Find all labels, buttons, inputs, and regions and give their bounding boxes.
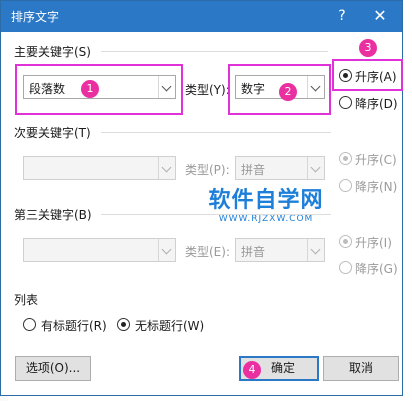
annotation-badge-3: 3: [359, 39, 377, 57]
tertiary-descending-radio[interactable]: [339, 261, 352, 274]
tertiary-type-value: 拼音: [241, 245, 266, 259]
secondary-type-value: 拼音: [241, 163, 266, 177]
primary-ascending-label[interactable]: 升序(A): [355, 68, 397, 85]
chevron-down-icon: [307, 76, 324, 98]
ok-button-label: 确定: [270, 361, 295, 375]
help-button[interactable]: ?: [331, 6, 353, 26]
title-bar: 排序文字 ? ✕: [1, 1, 402, 32]
cancel-button[interactable]: 取消: [323, 356, 399, 381]
primary-ascending-radio[interactable]: [339, 69, 352, 82]
chevron-down-icon: [158, 157, 175, 179]
tertiary-key-select[interactable]: [23, 238, 176, 262]
options-button[interactable]: 选项(O)...: [15, 356, 91, 381]
chevron-down-icon: [158, 76, 175, 98]
tertiary-descending-label[interactable]: 降序(G): [355, 260, 398, 277]
primary-key-value: 段落数: [29, 82, 66, 96]
watermark-brand: 软件自学网: [208, 188, 324, 213]
no-header-radio[interactable]: [117, 318, 130, 331]
tertiary-ascending-radio[interactable]: [339, 235, 352, 248]
chevron-down-icon: [307, 239, 324, 261]
watermark: 软件自学网 WWW.RJZXW.COM: [191, 182, 341, 224]
secondary-ascending-radio[interactable]: [339, 152, 352, 165]
has-header-label[interactable]: 有标题行(R): [41, 317, 107, 334]
secondary-type-select[interactable]: 拼音: [235, 156, 325, 180]
tertiary-key-label: 第三关键字(B): [14, 208, 92, 222]
chevron-down-icon: [158, 239, 175, 261]
secondary-ascending-label[interactable]: 升序(C): [355, 151, 397, 168]
primary-type-value: 数字: [241, 82, 266, 96]
list-group-label: 列表: [14, 293, 39, 307]
no-header-label[interactable]: 无标题行(W): [135, 317, 204, 334]
close-button[interactable]: ✕: [369, 5, 391, 27]
sort-text-dialog: 排序文字 ? ✕ 主要关键字(S) 段落数 1 类型(Y): 数字 2 3 升序…: [0, 0, 403, 396]
watermark-url: WWW.RJZXW.COM: [218, 214, 314, 224]
primary-separator: [101, 51, 328, 52]
annotation-badge-1: 1: [81, 80, 99, 98]
tertiary-type-label: 类型(E):: [185, 245, 230, 259]
chevron-down-icon: [307, 157, 324, 179]
tertiary-ascending-label[interactable]: 升序(I): [355, 234, 392, 251]
secondary-descending-label[interactable]: 降序(N): [355, 178, 397, 195]
primary-type-label: 类型(Y):: [185, 83, 230, 97]
secondary-key-select[interactable]: [23, 156, 176, 180]
primary-key-select[interactable]: 段落数: [23, 75, 176, 99]
secondary-key-label: 次要关键字(T): [14, 126, 91, 140]
secondary-type-label: 类型(P):: [185, 163, 230, 177]
annotation-badge-2: 2: [279, 83, 297, 101]
close-icon: ✕: [373, 6, 387, 25]
secondary-separator: [101, 132, 331, 133]
primary-descending-label[interactable]: 降序(D): [355, 95, 398, 112]
primary-key-label: 主要关键字(S): [14, 45, 91, 59]
dialog-title: 排序文字: [11, 10, 60, 24]
annotation-badge-4: 4: [243, 361, 261, 379]
tertiary-separator: [101, 214, 331, 215]
primary-descending-radio[interactable]: [339, 96, 352, 109]
has-header-radio[interactable]: [23, 318, 36, 331]
tertiary-type-select[interactable]: 拼音: [235, 238, 325, 262]
